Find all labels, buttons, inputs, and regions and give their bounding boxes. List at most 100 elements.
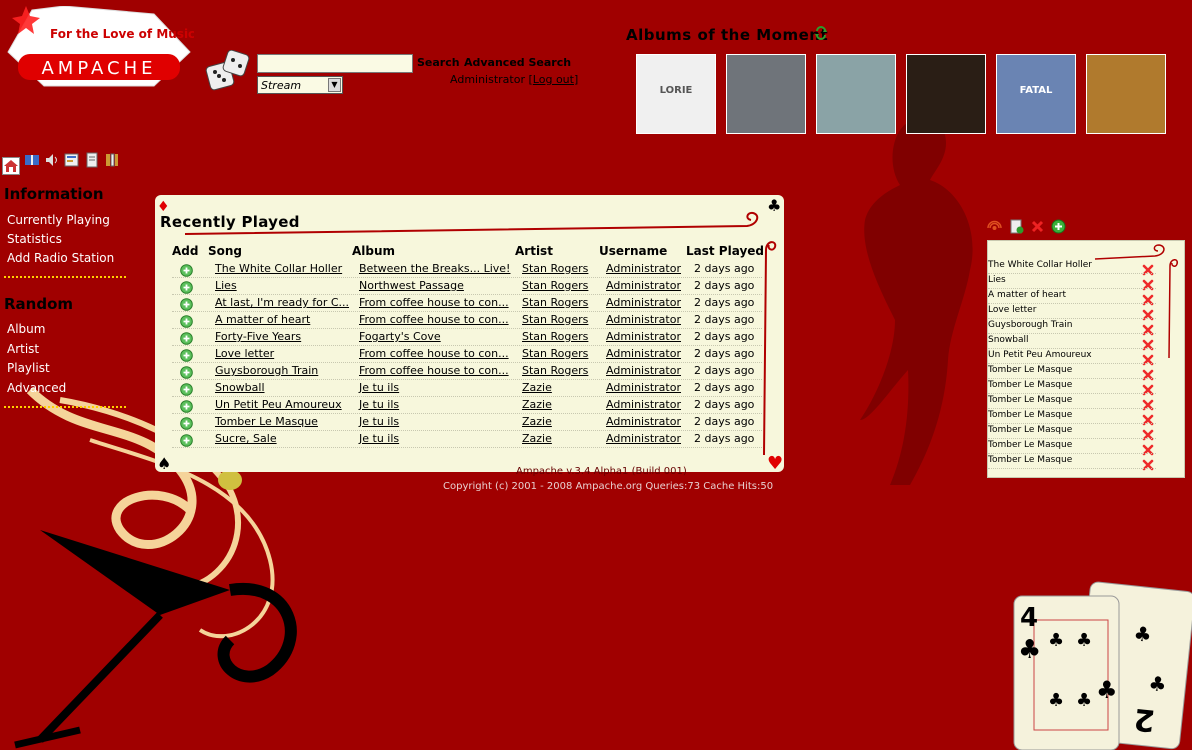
column-header-song[interactable]: Song xyxy=(208,244,242,258)
album-link[interactable]: Je tu ils xyxy=(359,398,399,411)
username-link[interactable]: Administrator xyxy=(606,432,681,445)
home-icon[interactable] xyxy=(2,157,20,175)
add-icon[interactable] xyxy=(180,432,193,447)
album-link[interactable]: From coffee house to con... xyxy=(359,347,509,360)
add-icon[interactable] xyxy=(180,313,193,328)
artist-link[interactable]: Zazie xyxy=(522,381,552,394)
username-link[interactable]: Administrator xyxy=(606,398,681,411)
artist-link[interactable]: Stan Rogers xyxy=(522,313,588,326)
album-cover-4[interactable] xyxy=(906,54,986,134)
save-playlist-icon[interactable] xyxy=(1009,219,1024,234)
search-button[interactable]: Search xyxy=(417,56,460,69)
album-link[interactable]: Je tu ils xyxy=(359,381,399,394)
remove-icon[interactable] xyxy=(1142,276,1154,291)
remove-icon[interactable] xyxy=(1142,261,1154,276)
playlist-item[interactable]: Tomber Le Masque xyxy=(988,395,1072,405)
song-link[interactable]: A matter of heart xyxy=(215,313,310,326)
song-link[interactable]: Un Petit Peu Amoureux xyxy=(215,398,342,411)
song-link[interactable]: Snowball xyxy=(215,381,265,394)
add-icon[interactable] xyxy=(180,415,193,430)
radio-stream-icon[interactable] xyxy=(987,219,1002,234)
album-link[interactable]: Je tu ils xyxy=(359,432,399,445)
username-link[interactable]: Administrator xyxy=(606,279,681,292)
column-header-album[interactable]: Album xyxy=(352,244,395,258)
artist-link[interactable]: Stan Rogers xyxy=(522,279,588,292)
remove-icon[interactable] xyxy=(1142,366,1154,381)
album-link[interactable]: From coffee house to con... xyxy=(359,296,509,309)
preferences-book-icon[interactable] xyxy=(24,152,40,168)
add-icon[interactable] xyxy=(180,398,193,413)
song-link[interactable]: Guysborough Train xyxy=(215,364,318,377)
version-link[interactable]: Ampache v.3.4 Alpha1 (Build 001) xyxy=(516,466,687,477)
admin-icon[interactable] xyxy=(64,152,80,168)
playlist-item[interactable]: Love letter xyxy=(988,305,1036,315)
add-icon[interactable] xyxy=(1051,219,1066,234)
playlist-item[interactable]: The White Collar Holler xyxy=(988,260,1092,270)
playlist-item[interactable]: Guysborough Train xyxy=(988,320,1073,330)
search-input[interactable] xyxy=(257,54,413,73)
playlist-item[interactable]: Un Petit Peu Amoureux xyxy=(988,350,1092,360)
playlist-item[interactable]: Tomber Le Masque xyxy=(988,425,1072,435)
artist-link[interactable]: Zazie xyxy=(522,432,552,445)
artist-link[interactable]: Stan Rogers xyxy=(522,347,588,360)
song-link[interactable]: Lies xyxy=(215,279,237,292)
song-link[interactable]: The White Collar Holler xyxy=(215,262,342,275)
song-link[interactable]: Sucre, Sale xyxy=(215,432,277,445)
logout-link[interactable]: Log out xyxy=(533,73,574,86)
username-link[interactable]: Administrator xyxy=(606,330,681,343)
add-icon[interactable] xyxy=(180,262,193,277)
album-link[interactable]: Je tu ils xyxy=(359,415,399,428)
playlist-item[interactable]: Tomber Le Masque xyxy=(988,380,1072,390)
album-link[interactable]: From coffee house to con... xyxy=(359,313,509,326)
song-link[interactable]: Forty-Five Years xyxy=(215,330,301,343)
remove-icon[interactable] xyxy=(1142,336,1154,351)
sidebar-item-artist[interactable]: Artist xyxy=(7,342,39,356)
remove-icon[interactable] xyxy=(1142,291,1154,306)
username-link[interactable]: Administrator xyxy=(606,381,681,394)
sidebar-item-playlist[interactable]: Playlist xyxy=(7,361,50,375)
album-cover-5[interactable]: FATAL xyxy=(996,54,1076,134)
album-link[interactable]: Northwest Passage xyxy=(359,279,464,292)
clear-playlist-icon[interactable] xyxy=(1030,219,1045,234)
username-link[interactable]: Administrator xyxy=(606,296,681,309)
playlist-item[interactable]: Tomber Le Masque xyxy=(988,455,1072,465)
playlist-item[interactable]: Tomber Le Masque xyxy=(988,440,1072,450)
artist-link[interactable]: Zazie xyxy=(522,415,552,428)
search-type-select[interactable]: Stream ▼ xyxy=(257,76,343,94)
remove-icon[interactable] xyxy=(1142,426,1154,441)
song-link[interactable]: Love letter xyxy=(215,347,274,360)
add-icon[interactable] xyxy=(180,364,193,379)
random-dice-icon[interactable] xyxy=(205,49,251,100)
song-link[interactable]: Tomber Le Masque xyxy=(215,415,318,428)
song-link[interactable]: At last, I'm ready for C... xyxy=(215,296,349,309)
album-cover-1[interactable]: LORIE xyxy=(636,54,716,134)
artist-link[interactable]: Stan Rogers xyxy=(522,262,588,275)
album-cover-3[interactable] xyxy=(816,54,896,134)
username-link[interactable]: Administrator xyxy=(606,364,681,377)
playlist-item[interactable]: A matter of heart xyxy=(988,290,1066,300)
remove-icon[interactable] xyxy=(1142,351,1154,366)
remove-icon[interactable] xyxy=(1142,411,1154,426)
sidebar-item-currently-playing[interactable]: Currently Playing xyxy=(7,213,110,227)
playlist-item[interactable]: Tomber Le Masque xyxy=(988,410,1072,420)
playlist-item[interactable]: Tomber Le Masque xyxy=(988,365,1072,375)
artist-link[interactable]: Zazie xyxy=(522,398,552,411)
column-header-artist[interactable]: Artist xyxy=(515,244,553,258)
column-header-last-played[interactable]: Last Played xyxy=(686,244,764,258)
remove-icon[interactable] xyxy=(1142,321,1154,336)
album-cover-2[interactable] xyxy=(726,54,806,134)
album-link[interactable]: From coffee house to con... xyxy=(359,364,509,377)
remove-icon[interactable] xyxy=(1142,381,1154,396)
artist-link[interactable]: Stan Rogers xyxy=(522,364,588,377)
album-link[interactable]: Between the Breaks... Live! xyxy=(359,262,510,275)
add-icon[interactable] xyxy=(180,347,193,362)
add-icon[interactable] xyxy=(180,330,193,345)
add-icon[interactable] xyxy=(180,296,193,311)
library-icon[interactable] xyxy=(104,152,120,168)
add-icon[interactable] xyxy=(180,381,193,396)
username-link[interactable]: Administrator xyxy=(606,347,681,360)
artist-link[interactable]: Stan Rogers xyxy=(522,296,588,309)
document-icon[interactable] xyxy=(84,152,100,168)
ampache-logo[interactable]: For the Love of Music AMPACHE xyxy=(4,5,195,88)
playlist-item[interactable]: Lies xyxy=(988,275,1006,285)
